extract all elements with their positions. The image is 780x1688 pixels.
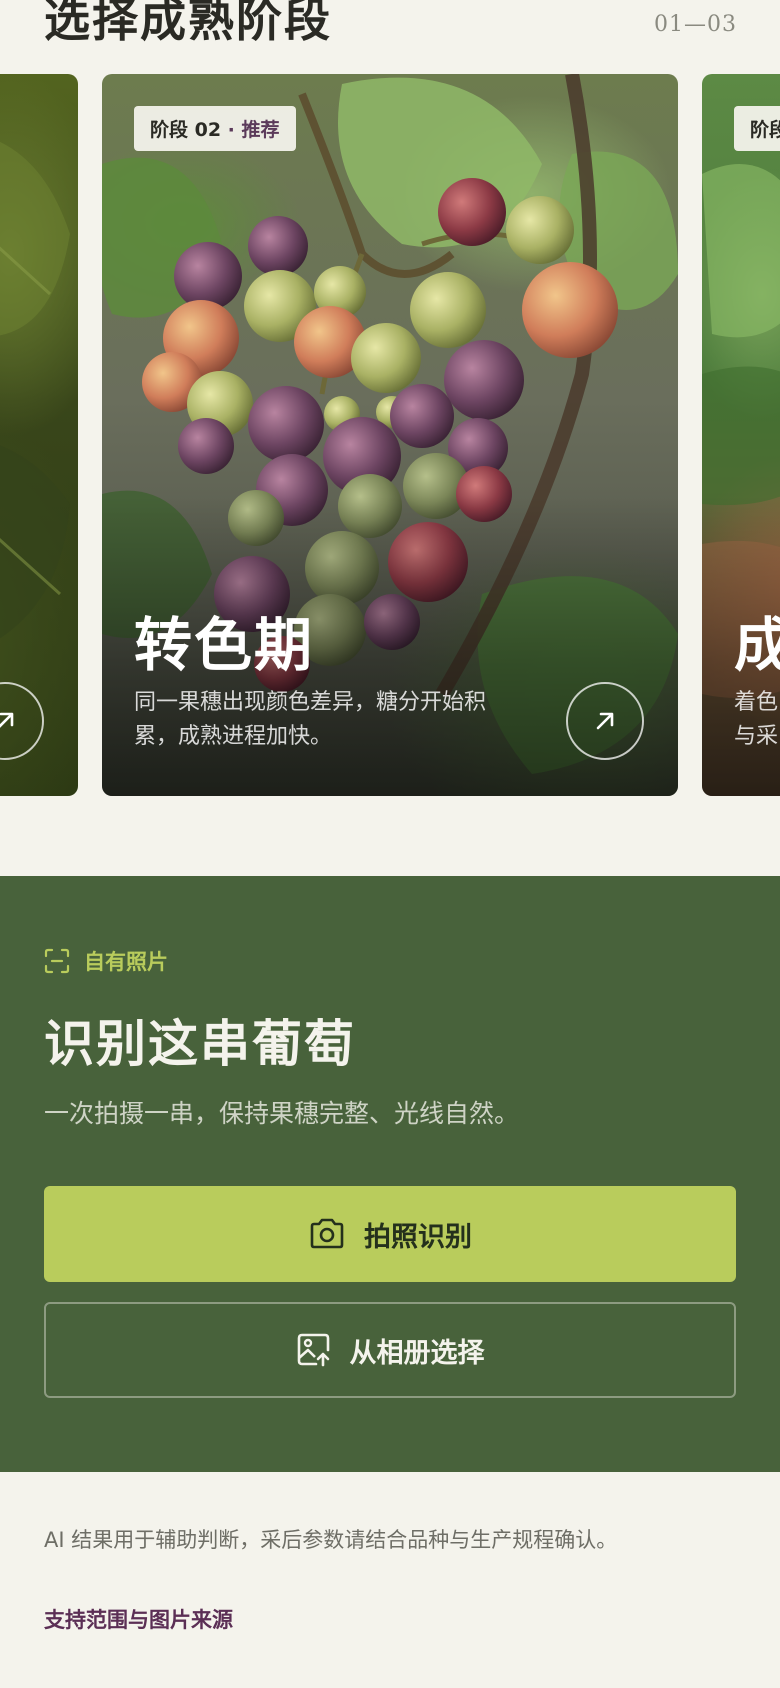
camera-icon [310, 1218, 344, 1249]
stage-badge: 阶段 02 · 推荐 [134, 106, 296, 151]
choose-from-album-button[interactable]: 从相册选择 [44, 1302, 736, 1398]
eyebrow-label: 自有照片 [84, 950, 168, 974]
arrow-up-right-icon [0, 712, 14, 728]
take-photo-button[interactable]: 拍照识别 [44, 1186, 736, 1282]
arrow-up-right-icon [596, 712, 614, 730]
section-title: 选择成熟阶段 [44, 0, 332, 47]
stage-card-title: 转色期 [134, 611, 315, 679]
open-stage-button[interactable] [566, 682, 644, 760]
identify-title: 识别这串葡萄 [44, 1014, 356, 1073]
stage-card-description: 着色 与采 [734, 690, 779, 749]
stage-card-description: 同一果穗出现颜色差异，糖分开始积累，成熟进程加快。 [134, 690, 487, 749]
stage-badge: 阶段 [734, 106, 780, 151]
choose-from-album-label: 从相册选择 [349, 1337, 485, 1369]
stage-card-veraison[interactable]: 阶段 02 · 推荐 转色期 同一果穗出现颜色差异，糖分开始积累，成熟进程加快。 [102, 74, 678, 796]
support-sources-link[interactable]: 支持范围与图片来源 [44, 1604, 233, 1634]
image-upload-icon [297, 1333, 329, 1367]
stage-card-previous[interactable] [0, 74, 78, 796]
carousel-counter: 01—03 [654, 12, 737, 37]
take-photo-label: 拍照识别 [364, 1221, 472, 1253]
eyebrow: 自有照片 [44, 946, 168, 976]
recommended-tag: 推荐 [241, 119, 280, 141]
identify-subtitle: 一次拍摄一串，保持果穗完整、光线自然。 [44, 1099, 520, 1128]
stage-card-next[interactable]: 阶段 成 着色 与采 [702, 74, 780, 796]
stage-card-title: 成 [734, 611, 780, 679]
scan-frame-icon [44, 948, 70, 974]
stage-carousel[interactable]: 阶段 02 · 推荐 转色期 同一果穗出现颜色差异，糖分开始积累，成熟进程加快。… [0, 74, 780, 796]
identify-section: 自有照片 识别这串葡萄 一次拍摄一串，保持果穗完整、光线自然。 拍照识别 从相册… [0, 876, 780, 1472]
ai-disclaimer: AI 结果用于辅助判断，采后参数请结合品种与生产规程确认。 [44, 1528, 618, 1552]
